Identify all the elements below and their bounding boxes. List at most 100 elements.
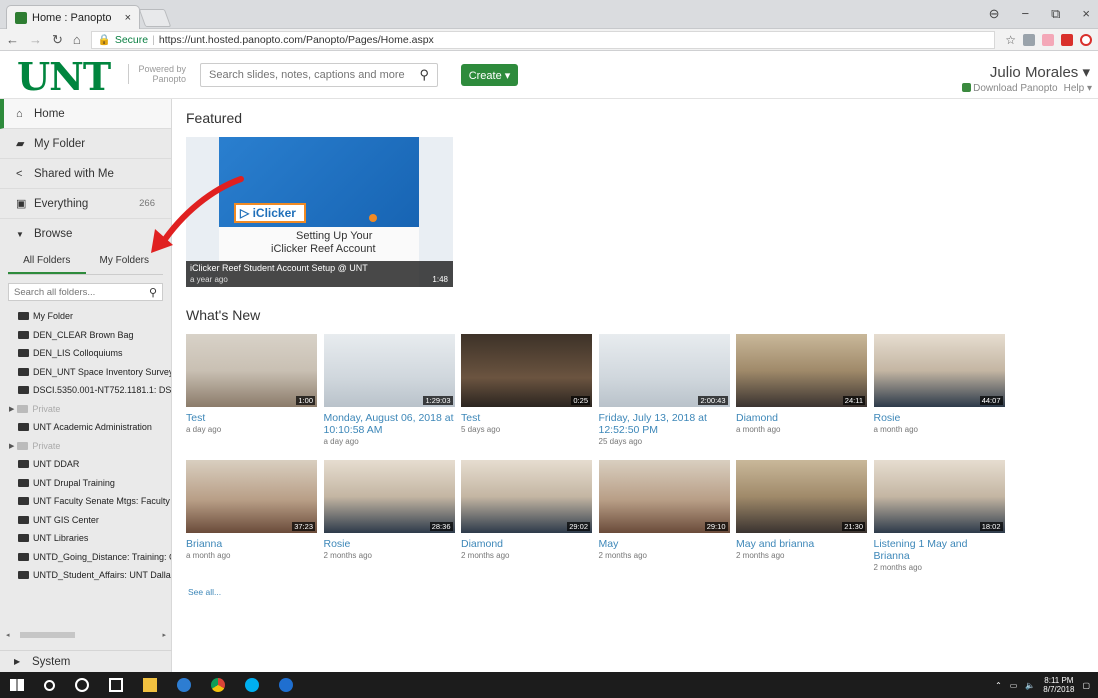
video-thumbnail[interactable]: 21:30: [736, 460, 867, 533]
video-title-link[interactable]: Test: [461, 412, 592, 424]
skype-icon[interactable]: [245, 678, 259, 692]
browser-tab[interactable]: Home : Panopto ×: [6, 5, 140, 29]
create-button[interactable]: Create ▾: [461, 64, 518, 86]
search-taskbar-icon[interactable]: [44, 679, 55, 691]
video-card[interactable]: 37:23 Brianna a month ago: [186, 460, 317, 560]
search-input[interactable]: [209, 69, 420, 81]
task-view-icon[interactable]: [109, 678, 123, 692]
clock[interactable]: 8:11 PM 8/7/2018: [1043, 676, 1074, 694]
expand-caret-icon[interactable]: ▶: [9, 405, 14, 413]
video-card[interactable]: 1:00 Test a day ago: [186, 334, 317, 434]
folder-search-input[interactable]: [14, 286, 149, 298]
volume-icon[interactable]: 🔈: [1025, 681, 1035, 690]
video-thumbnail[interactable]: 44:07: [873, 334, 1005, 407]
sidebar-item-my-folder[interactable]: ▰ My Folder: [0, 129, 171, 159]
back-icon[interactable]: ←: [6, 32, 19, 47]
folder-item[interactable]: DSCI.5350.001-NT752.1181.1: DSCI 5: [0, 381, 171, 400]
sidebar-item-everything[interactable]: ▣ Everything 266: [0, 189, 171, 219]
tab-all-folders[interactable]: All Folders: [8, 249, 86, 274]
scrollbar-thumb[interactable]: [19, 632, 75, 638]
address-bar[interactable]: 🔒 Secure | https://unt.hosted.panopto.co…: [90, 30, 996, 49]
folder-item[interactable]: DEN_UNT Space Inventory Survey Tr: [0, 363, 171, 382]
restore-button[interactable]: ⧉: [1051, 6, 1060, 22]
video-thumbnail[interactable]: 29:02: [461, 460, 592, 533]
video-card[interactable]: 29:02 Diamond 2 months ago: [461, 460, 592, 560]
profile-icon[interactable]: ⊖: [989, 6, 1000, 22]
windows-start-icon[interactable]: [10, 679, 24, 691]
extension-pink-icon[interactable]: [1042, 33, 1054, 46]
video-thumbnail[interactable]: 18:02: [873, 460, 1005, 533]
video-card[interactable]: 29:10 May 2 months ago: [598, 460, 730, 560]
panopto-taskbar-icon[interactable]: [279, 678, 293, 692]
folder-item[interactable]: UNT Academic Administration: [0, 418, 171, 437]
video-title-link[interactable]: May: [599, 538, 730, 550]
video-title-link[interactable]: Listening 1 May and Brianna: [874, 538, 1005, 562]
video-card[interactable]: 44:07 Rosie a month ago: [873, 334, 1005, 434]
video-card[interactable]: 28:36 Rosie 2 months ago: [323, 460, 455, 560]
folder-item[interactable]: UNT Drupal Training: [0, 474, 171, 493]
close-window-button[interactable]: ×: [1082, 6, 1090, 22]
video-card[interactable]: 24:11 Diamond a month ago: [736, 334, 867, 434]
video-thumbnail[interactable]: 1:00: [186, 334, 317, 407]
scroll-right-icon[interactable]: ▸: [162, 631, 166, 639]
reload-icon[interactable]: ↻: [52, 32, 63, 48]
video-card[interactable]: 0:25 Test 5 days ago: [461, 334, 592, 434]
video-thumbnail[interactable]: 0:25: [461, 334, 592, 407]
video-title-link[interactable]: Monday, August 06, 2018 at 10:10:58 AM: [324, 412, 455, 436]
opera-icon[interactable]: [1080, 33, 1092, 46]
file-explorer-icon[interactable]: [143, 678, 157, 692]
video-thumbnail[interactable]: 37:23: [186, 460, 317, 533]
sidebar-item-home[interactable]: ⌂ Home: [0, 99, 171, 129]
forward-icon[interactable]: →: [29, 32, 42, 47]
horizontal-scrollbar[interactable]: ◂ ▸: [6, 630, 166, 640]
chrome-icon[interactable]: [211, 678, 225, 692]
video-title-link[interactable]: Diamond: [736, 412, 867, 424]
video-title-link[interactable]: Rosie: [874, 412, 1005, 424]
search-icon[interactable]: ⚲: [419, 67, 429, 83]
network-icon[interactable]: ▭: [1010, 681, 1018, 690]
video-title-link[interactable]: May and brianna: [736, 538, 867, 550]
extension-grey-icon[interactable]: [1023, 33, 1035, 46]
video-card[interactable]: 18:02 Listening 1 May and Brianna 2 months…: [873, 460, 1005, 572]
home-browser-icon[interactable]: ⌂: [73, 32, 81, 47]
folder-item[interactable]: ▶ Private: [0, 437, 171, 456]
video-title-link[interactable]: Test: [186, 412, 317, 424]
video-title-link[interactable]: Brianna: [186, 538, 317, 550]
video-title-link[interactable]: Rosie: [324, 538, 455, 550]
video-thumbnail[interactable]: 1:29:03: [323, 334, 455, 407]
sidebar-item-shared[interactable]: < Shared with Me: [0, 159, 171, 189]
video-title-link[interactable]: Friday, July 13, 2018 at 12:52:50 PM: [599, 412, 730, 436]
folder-search-icon[interactable]: ⚲: [149, 286, 157, 299]
folder-item[interactable]: UNT Faculty Senate Mtgs: Faculty Se: [0, 492, 171, 511]
new-tab-button[interactable]: [138, 9, 172, 27]
scroll-left-icon[interactable]: ◂: [6, 631, 10, 639]
tab-close-icon[interactable]: ×: [125, 12, 131, 24]
video-card[interactable]: 2:00:43 Friday, July 13, 2018 at 12:52:50…: [598, 334, 730, 446]
system-toggle[interactable]: ▶ System: [0, 650, 172, 672]
video-card[interactable]: 1:29:03 Monday, August 06, 2018 at 10:10:…: [323, 334, 455, 446]
action-center-icon[interactable]: ▢: [1082, 681, 1090, 690]
tab-my-folders[interactable]: My Folders: [86, 249, 164, 274]
bookmark-star-icon[interactable]: ☆: [1005, 34, 1016, 46]
video-title-link[interactable]: Diamond: [461, 538, 592, 550]
minimize-button[interactable]: −: [1022, 6, 1030, 22]
featured-video[interactable]: ▷ iClicker Setting Up Your iClicker Reef…: [186, 137, 453, 287]
video-thumbnail[interactable]: 24:11: [736, 334, 867, 407]
see-all-link[interactable]: See all...: [188, 587, 221, 597]
expand-caret-icon[interactable]: ▶: [9, 442, 14, 450]
unt-logo[interactable]: UNT: [17, 54, 111, 99]
download-panopto-link[interactable]: Download Panopto: [962, 83, 1058, 94]
folder-item[interactable]: My Folder: [0, 307, 171, 326]
video-thumbnail[interactable]: 2:00:43: [598, 334, 730, 407]
video-thumbnail[interactable]: 28:36: [323, 460, 455, 533]
video-thumbnail[interactable]: 29:10: [598, 460, 730, 533]
folder-item[interactable]: DEN_LIS Colloquiums: [0, 344, 171, 363]
folder-item[interactable]: UNTD_Student_Affairs: UNT Dallas St: [0, 566, 171, 585]
help-link[interactable]: Help ▾: [1064, 83, 1092, 94]
folder-item[interactable]: UNTD_Going_Distance: Training: Goi: [0, 548, 171, 567]
folder-item[interactable]: ▶ Private: [0, 400, 171, 419]
folder-item[interactable]: UNT GIS Center: [0, 511, 171, 530]
cortana-icon[interactable]: [75, 678, 89, 692]
user-menu[interactable]: Julio Morales ▾: [990, 63, 1090, 81]
browse-toggle[interactable]: ▼ Browse: [0, 219, 171, 249]
